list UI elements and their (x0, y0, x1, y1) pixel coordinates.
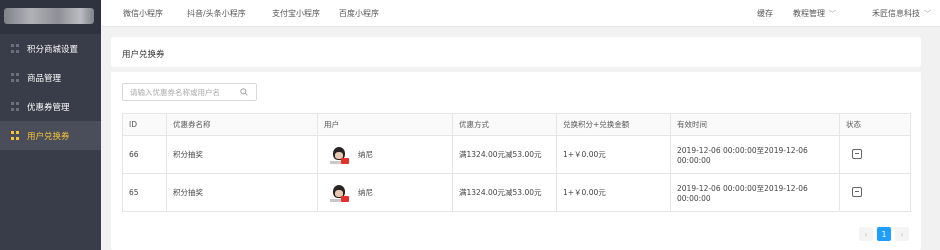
grid-icon (11, 44, 20, 53)
page-title: 用户兑换券 (122, 50, 165, 60)
grid-icon (11, 73, 20, 82)
sidebar-item-label: 优惠券管理 (27, 102, 70, 113)
content-panel: ID 优惠券名称 用户 优惠方式 兑换积分+兑换金额 有效时间 状态 66 积分… (111, 72, 921, 250)
tab-wechat-miniprogram[interactable]: 微信小程序 (123, 8, 163, 19)
chevron-down-icon: ﹀ (924, 10, 931, 18)
sidebar-item-coupon-management[interactable]: 优惠券管理 (0, 92, 101, 121)
page-button-current[interactable]: 1 (877, 227, 891, 241)
table-row: 65 积分抽奖 纳尼 满1324.00元减53.00元 1+￥0.00元 201… (122, 173, 911, 212)
col-header-valid-time: 有效时间 (670, 113, 840, 136)
cell-discount: 满1324.00元减53.00元 (452, 173, 557, 212)
next-page-button[interactable]: › (895, 227, 909, 241)
page-header: 用户兑换券 (111, 37, 921, 67)
cell-id: 66 (122, 135, 167, 174)
coupon-table: ID 优惠券名称 用户 优惠方式 兑换积分+兑换金额 有效时间 状态 66 积分… (122, 113, 911, 212)
sidebar-item-label: 积分商城设置 (27, 44, 79, 55)
pagination: ‹ 1 › (855, 227, 909, 241)
company-menu[interactable]: 禾匠信息科技 ﹀ (872, 8, 931, 19)
col-header-id: ID (122, 113, 167, 136)
sidebar-item-label: 用户兑换券 (27, 131, 70, 142)
cell-status (839, 173, 911, 212)
tutorial-label: 教程管理 (793, 9, 825, 18)
logo (4, 8, 94, 24)
cell-status (839, 135, 911, 174)
tab-alipay-miniprogram[interactable]: 支付宝小程序 (272, 8, 320, 19)
company-label: 禾匠信息科技 (872, 9, 920, 18)
cell-valid-time: 2019-12-06 00:00:00至2019-12-06 00:00:00 (670, 135, 840, 174)
col-header-status: 状态 (839, 113, 911, 136)
col-header-coupon-name: 优惠券名称 (166, 113, 318, 136)
table-row: 66 积分抽奖 纳尼 满1324.00元减53.00元 1+￥0.00元 201… (122, 135, 911, 174)
sidebar-item-label: 商品管理 (27, 73, 62, 84)
tab-baidu-miniprogram[interactable]: 百度小程序 (339, 8, 379, 19)
search-icon[interactable] (240, 88, 248, 96)
col-header-discount: 优惠方式 (452, 113, 557, 136)
cell-user: 纳尼 (317, 173, 453, 212)
chevron-down-icon: ﹀ (829, 10, 836, 18)
cell-valid-time: 2019-12-06 00:00:00至2019-12-06 00:00:00 (670, 173, 840, 212)
col-header-exchange: 兑换积分+兑换金额 (556, 113, 671, 136)
sidebar-item-user-coupons[interactable]: 用户兑换券 (0, 121, 101, 150)
search-box (122, 83, 257, 101)
prev-page-button[interactable]: ‹ (859, 227, 873, 241)
sidebar: 积分商城设置 商品管理 优惠券管理 用户兑换券 (0, 0, 101, 250)
avatar (330, 184, 349, 202)
grid-icon (11, 131, 20, 140)
avatar (330, 146, 349, 164)
cell-coupon-name: 积分抽奖 (166, 135, 318, 174)
logo-area (0, 0, 101, 34)
search-input[interactable] (130, 87, 235, 98)
cell-user: 纳尼 (317, 135, 453, 174)
main-area: 用户兑换券 ID 优惠券名称 (101, 27, 940, 250)
user-nickname: 纳尼 (358, 188, 373, 197)
sidebar-item-goods-management[interactable]: 商品管理 (0, 63, 101, 92)
col-header-user: 用户 (317, 113, 453, 136)
tutorial-menu[interactable]: 教程管理 ﹀ (793, 8, 836, 19)
grid-icon (11, 102, 20, 111)
cell-exchange: 1+￥0.00元 (556, 173, 671, 212)
status-toggle-icon[interactable] (852, 148, 862, 159)
cell-exchange: 1+￥0.00元 (556, 135, 671, 174)
cell-discount: 满1324.00元减53.00元 (452, 135, 557, 174)
table-header-row: ID 优惠券名称 用户 优惠方式 兑换积分+兑换金额 有效时间 状态 (122, 113, 911, 136)
user-nickname: 纳尼 (358, 150, 373, 159)
sidebar-item-points-mall-settings[interactable]: 积分商城设置 (0, 34, 101, 63)
cell-coupon-name: 积分抽奖 (166, 173, 318, 212)
status-toggle-icon[interactable] (852, 186, 862, 197)
cell-id: 65 (122, 173, 167, 212)
top-navigation: 微信小程序 抖音/头条小程序 支付宝小程序 百度小程序 缓存 教程管理 ﹀ 禾匠信… (101, 0, 940, 27)
tab-douyin-toutiao-miniprogram[interactable]: 抖音/头条小程序 (187, 8, 246, 19)
cache-link[interactable]: 缓存 (757, 8, 773, 19)
